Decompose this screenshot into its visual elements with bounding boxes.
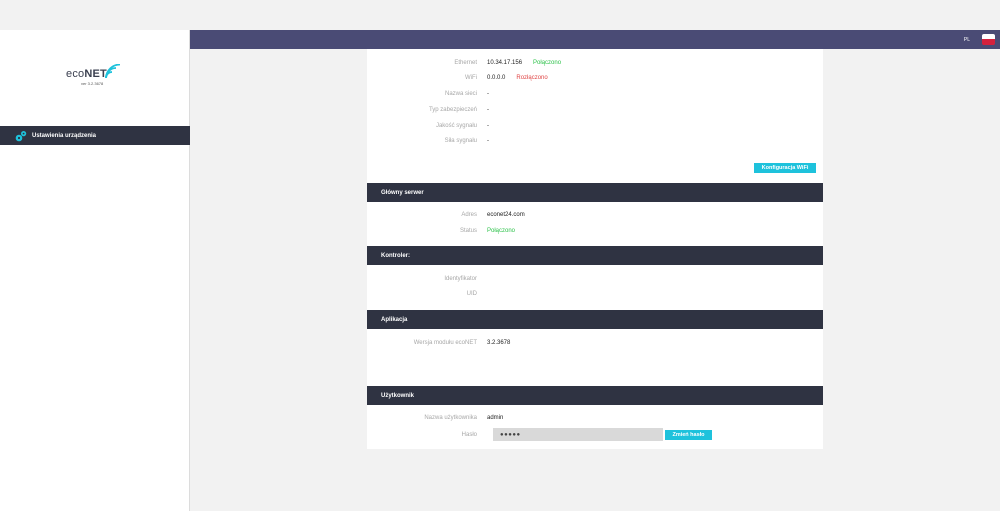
econet-logo: ecoNET ver 3.2.3678 bbox=[66, 62, 126, 88]
password-field[interactable]: ●●●●● bbox=[493, 428, 663, 441]
sidebar-item-device-settings[interactable]: Ustawienia urządzenia bbox=[0, 126, 190, 145]
gears-icon bbox=[15, 130, 27, 141]
wifi-ip: 0.0.0.0 bbox=[487, 75, 506, 81]
user-header: Użytkownik bbox=[367, 386, 823, 405]
ethernet-ip: 10.34.17.156 bbox=[487, 60, 523, 66]
identifier-row: Identyfikator bbox=[444, 276, 477, 282]
uid-row: UID bbox=[466, 291, 477, 297]
ethernet-status: Połączono bbox=[533, 60, 562, 66]
module-version: 3.2.3678 bbox=[487, 340, 511, 346]
ethernet-row: Ethernet 10.34.17.156 Połączono bbox=[454, 60, 562, 66]
signal-strength-row: Siła sygnału - bbox=[444, 138, 489, 144]
server-address-row: Adres econet24.com bbox=[461, 212, 525, 218]
signal-quality-row: Jakość sygnału - bbox=[435, 123, 489, 129]
application-header: Aplikacja bbox=[367, 310, 823, 329]
top-bar: PL bbox=[190, 30, 1000, 49]
username: admin bbox=[487, 415, 504, 421]
flag-pl-icon[interactable] bbox=[982, 34, 995, 45]
settings-panel: Ethernet 10.34.17.156 Połączono WiFi 0.0… bbox=[367, 49, 823, 449]
wifi-row: WiFi 0.0.0.0 Rozłączono bbox=[465, 75, 548, 81]
username-row: Nazwa użytkownika admin bbox=[424, 415, 504, 421]
server-address: econet24.com bbox=[487, 212, 525, 218]
main-server-header: Główny serwer bbox=[367, 183, 823, 202]
security-type-row: Typ zabezpieczeń - bbox=[428, 107, 489, 113]
network-name-row: Nazwa sieci - bbox=[444, 91, 489, 97]
language-selector[interactable]: PL bbox=[964, 37, 970, 43]
change-password-button[interactable]: Zmień hasło bbox=[665, 430, 712, 440]
sidebar: ecoNET ver 3.2.3678 Ustawienia urządzeni… bbox=[0, 30, 190, 511]
controller-header: Kontroler: bbox=[367, 246, 823, 265]
logo-version: ver 3.2.3678 bbox=[81, 81, 104, 86]
module-version-row: Wersja modułu ecoNET 3.2.3678 bbox=[413, 340, 511, 346]
logo-wordmark: ecoNET bbox=[66, 68, 107, 80]
wifi-waves-icon bbox=[105, 64, 121, 79]
wifi-config-button[interactable]: Konfiguracja WiFi bbox=[754, 163, 816, 173]
wifi-status: Rozłączono bbox=[516, 75, 548, 81]
server-status: Połączono bbox=[487, 228, 516, 234]
server-status-row: Status Połączono bbox=[459, 228, 516, 234]
sidebar-item-label: Ustawienia urządzenia bbox=[32, 132, 97, 139]
